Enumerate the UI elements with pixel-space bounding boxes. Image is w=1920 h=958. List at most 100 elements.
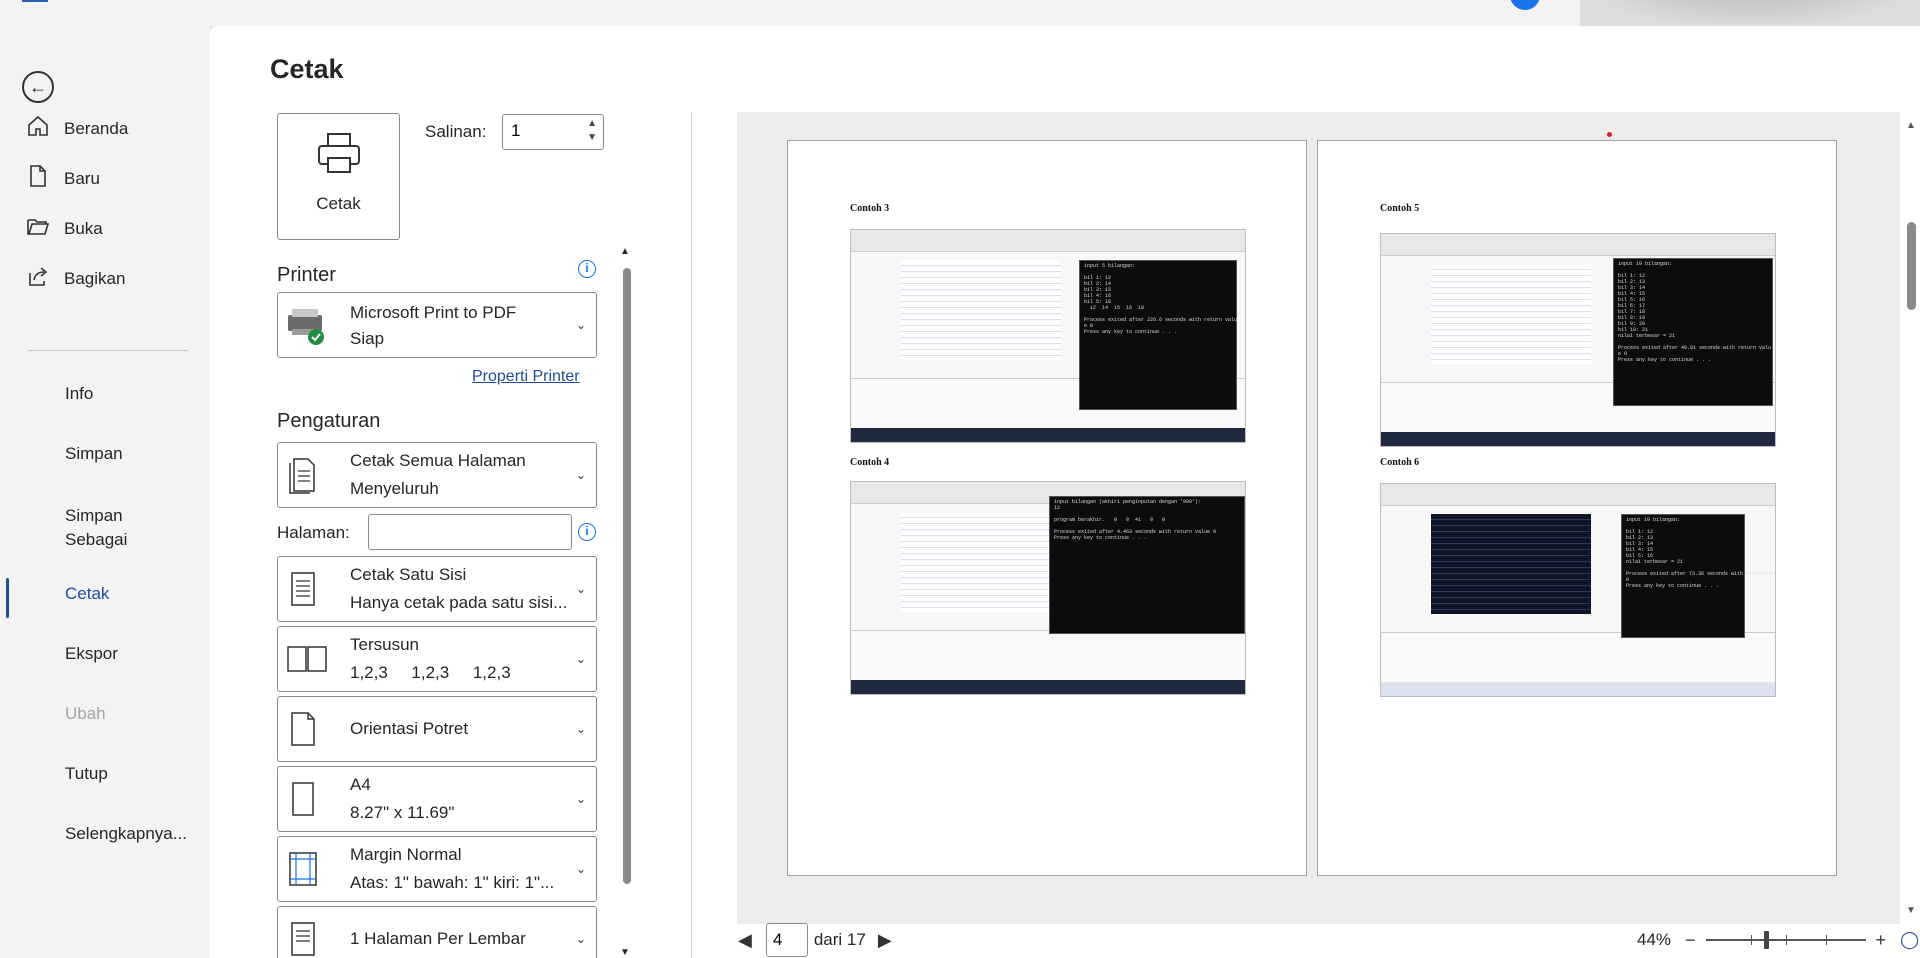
- nav-more[interactable]: Selengkapnya...: [0, 824, 210, 844]
- backstage-sidebar: ← Beranda Baru Buka Bagikan Info Simpan …: [0, 26, 210, 958]
- copies-stepper[interactable]: ▲▼: [502, 114, 604, 150]
- page-count-label: dari 17: [813, 930, 866, 949]
- printer-icon: [318, 133, 360, 173]
- margins-line2: Atas: 1" bawah: 1" kiri: 1"...: [350, 873, 555, 892]
- print-button[interactable]: Cetak: [277, 113, 400, 240]
- ide-code-area: [1431, 514, 1591, 614]
- pages-per-sheet-line1: 1 Halaman Per Lembar: [350, 929, 526, 948]
- new-document-icon: [26, 164, 56, 194]
- title-bar-decoration: [1580, 0, 1920, 26]
- nav-open[interactable]: Buka: [0, 214, 210, 244]
- zoom-control: 44% − + ◯: [1637, 922, 1919, 958]
- nav-close[interactable]: Tutup: [0, 764, 210, 784]
- one-sided-icon: [291, 572, 315, 606]
- nav-info[interactable]: Info: [0, 384, 210, 404]
- folder-icon: [26, 214, 56, 244]
- paper-size-icon: [292, 782, 314, 816]
- copies-input[interactable]: [503, 115, 573, 147]
- print-range-select[interactable]: Cetak Semua Halaman Menyeluruh ⌄: [277, 442, 597, 508]
- settings-scrollbar[interactable]: ▲ ▼: [618, 246, 636, 958]
- zoom-tick: [1785, 935, 1787, 945]
- zoom-in-icon[interactable]: +: [1876, 930, 1887, 951]
- ide-toolbar: [1381, 484, 1775, 506]
- code-screenshot: input 10 bilangan: bil 1: 12 bil 2: 13 b…: [1380, 483, 1776, 697]
- collated-icon: [287, 646, 327, 672]
- nav-print[interactable]: Cetak: [0, 578, 210, 618]
- pages-per-sheet-select[interactable]: 1 Halaman Per Lembar ⌄: [277, 906, 597, 958]
- account-avatar[interactable]: [1510, 0, 1540, 10]
- app-accent: [22, 0, 48, 2]
- console-output: input 5 bilangan: bil 1: 12 bil 2: 14 bi…: [1084, 263, 1238, 335]
- printer-select[interactable]: Microsoft Print to PDF Siap ⌄: [277, 292, 597, 358]
- chevron-down-icon: ⌄: [575, 652, 586, 666]
- zoom-out-icon[interactable]: −: [1685, 930, 1696, 951]
- nav-home[interactable]: Beranda: [0, 114, 210, 144]
- zoom-slider-thumb[interactable]: [1763, 931, 1769, 949]
- preview-scrollbar[interactable]: ▲ ▼: [1903, 112, 1920, 924]
- console-output: input 10 bilangan: bil 1: 12 bil 2: 13 b…: [1618, 261, 1772, 363]
- ide-toolbar: [1381, 234, 1775, 256]
- scroll-down-icon[interactable]: ▼: [1906, 905, 1916, 916]
- code-screenshot: input bilangan (akhiri penginputan denga…: [850, 481, 1246, 695]
- windows-taskbar: [1381, 682, 1775, 696]
- zoom-tick: [1825, 935, 1827, 945]
- ide-code-area: [901, 260, 1061, 360]
- chevron-down-icon: ⌄: [575, 582, 586, 596]
- nav-export[interactable]: Ekspor: [0, 644, 210, 664]
- margins-line1: Margin Normal: [350, 845, 462, 864]
- margins-select[interactable]: Margin Normal Atas: 1" bawah: 1" kiri: 1…: [277, 836, 597, 902]
- console-window: input 10 bilangan: bil 1: 12 bil 2: 13 b…: [1613, 258, 1773, 406]
- scroll-down-icon[interactable]: ▼: [620, 947, 630, 958]
- page-title: Cetak: [270, 54, 344, 84]
- orientation-select[interactable]: Orientasi Potret ⌄: [277, 696, 597, 762]
- scroll-up-icon[interactable]: ▲: [620, 246, 630, 257]
- console-output: input 10 bilangan: bil 1: 12 bil 2: 13 b…: [1626, 517, 1776, 589]
- nav-info-label: Info: [65, 384, 94, 403]
- chevron-down-icon: ⌄: [575, 468, 586, 482]
- console-output: input bilangan (akhiri penginputan denga…: [1054, 499, 1217, 541]
- current-page-input[interactable]: [765, 923, 808, 957]
- nav-export-label: Ekspor: [65, 644, 118, 663]
- ide-code-area: [901, 512, 1061, 612]
- print-preview: Contoh 3 input 5 bilangan: bil 1: 12 bil…: [737, 112, 1900, 924]
- nav-share[interactable]: Bagikan: [0, 264, 210, 294]
- preview-scroll-thumb[interactable]: [1907, 222, 1916, 310]
- nav-home-label: Beranda: [64, 119, 129, 138]
- zoom-slider[interactable]: [1705, 931, 1866, 949]
- previous-page-icon[interactable]: ◀: [738, 930, 752, 951]
- panel-divider: [691, 112, 692, 958]
- next-page-icon[interactable]: ▶: [878, 930, 892, 951]
- chevron-down-icon: ⌄: [575, 862, 586, 876]
- nav-save[interactable]: Simpan: [0, 444, 210, 464]
- paper-size-select[interactable]: A4 8.27" x 11.69" ⌄: [277, 766, 597, 832]
- settings-scroll-thumb[interactable]: [623, 268, 631, 884]
- back-arrow-icon[interactable]: ←: [22, 71, 54, 103]
- zoom-tick: [1750, 935, 1752, 945]
- console-window: input 5 bilangan: bil 1: 12 bil 2: 14 bi…: [1079, 260, 1237, 410]
- printer-status: Siap: [350, 329, 385, 348]
- preview-page-right: Contoh 5 input 10 bilangan: bil 1: 12 bi…: [1317, 140, 1837, 876]
- pages-input[interactable]: [368, 514, 572, 550]
- nav-save-as-label: Simpan Sebagai: [65, 506, 128, 549]
- zoom-percentage: 44%: [1637, 930, 1672, 949]
- paper-size-line1: A4: [350, 775, 371, 794]
- page-navigator: ◀ dari 17 ▶: [738, 922, 892, 958]
- pages-info-icon[interactable]: i: [578, 523, 596, 541]
- copies-spin-buttons[interactable]: ▲ ▼: [587, 117, 597, 145]
- nav-new[interactable]: Baru: [0, 164, 210, 194]
- printer-info-icon[interactable]: i: [578, 260, 596, 278]
- printer-properties-link[interactable]: Properti Printer: [472, 368, 580, 386]
- fit-to-window-icon[interactable]: ◯: [1900, 930, 1919, 950]
- sides-line2: Hanya cetak pada satu sisi...: [350, 593, 568, 612]
- print-panel: Cetak Cetak Salinan: ▲▼ Printer i Micros…: [210, 26, 1920, 958]
- console-window: input 10 bilangan: bil 1: 12 bil 2: 13 b…: [1621, 514, 1776, 638]
- printer-name: Microsoft Print to PDF: [350, 303, 517, 322]
- code-screenshot: input 5 bilangan: bil 1: 12 bil 2: 14 bi…: [850, 229, 1246, 443]
- ide-code-area: [1431, 264, 1591, 364]
- nav-save-as[interactable]: Simpan Sebagai: [0, 504, 150, 552]
- collate-select[interactable]: Tersusun 1,2,3 1,2,3 1,2,3 ⌄: [277, 626, 597, 692]
- sides-select[interactable]: Cetak Satu Sisi Hanya cetak pada satu si…: [277, 556, 597, 622]
- scroll-up-icon[interactable]: ▲: [1906, 120, 1916, 131]
- nav-print-label: Cetak: [65, 584, 110, 603]
- nav-share-label: Bagikan: [64, 269, 126, 288]
